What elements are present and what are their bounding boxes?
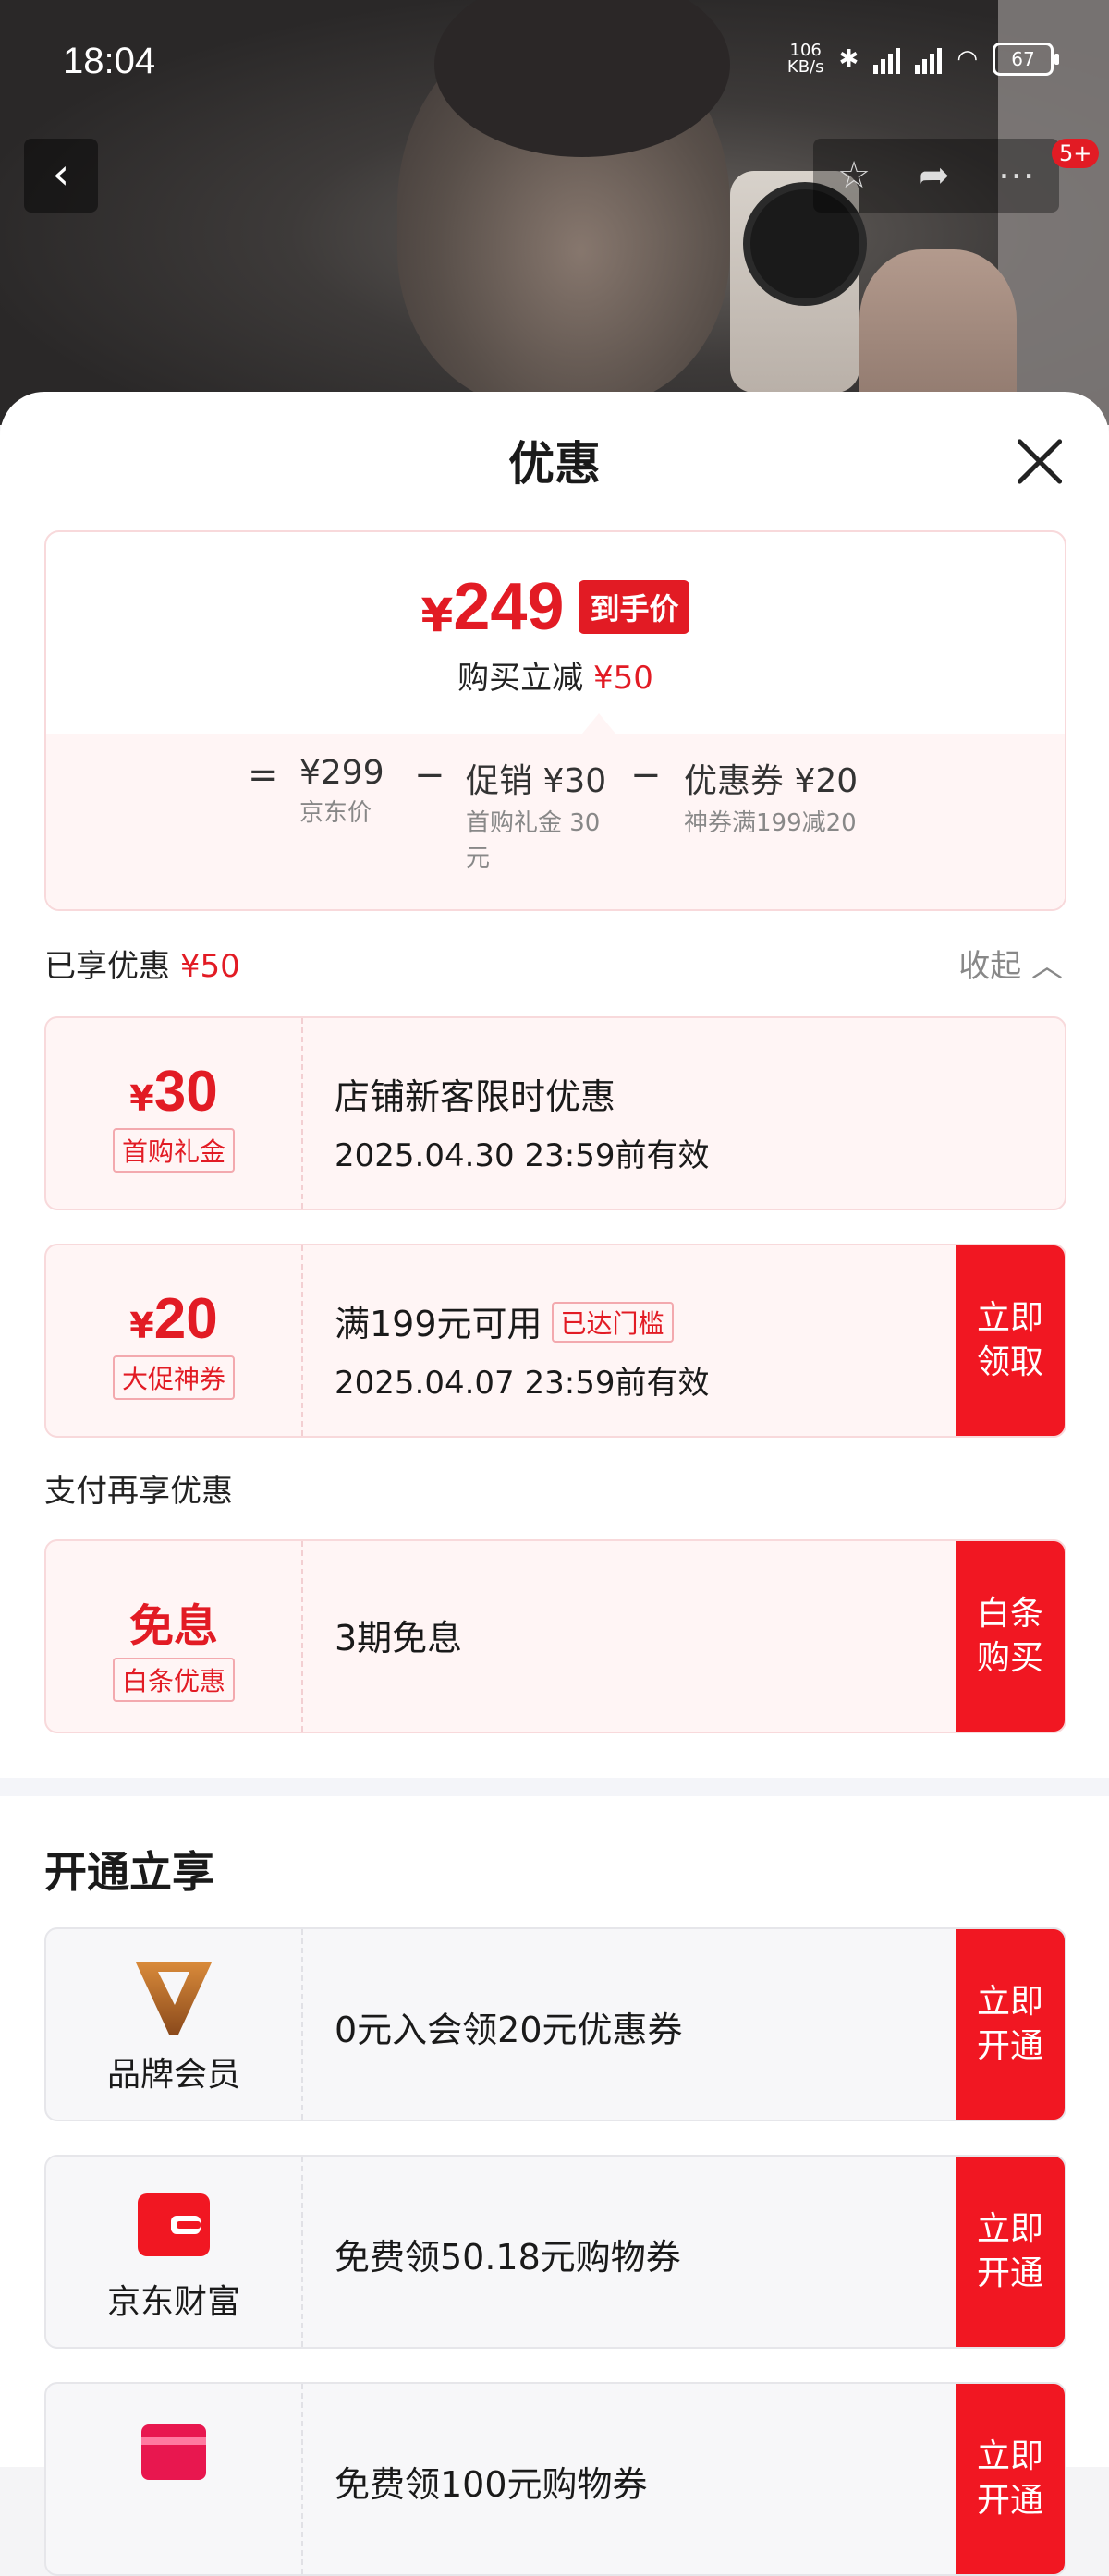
card-offer: 免费领100元购物券 立即 开通	[44, 2382, 1066, 2576]
formula-jd-price: ¥299 京东价	[299, 754, 384, 827]
status-time: 18:04	[63, 41, 156, 81]
coupon-promo: ¥20 大促神券 满199元可用 已达门槛 2025.04.07 23:59前有效…	[44, 1244, 1066, 1438]
coupon-info: 满199元可用 已达门槛 2025.04.07 23:59前有效	[335, 1302, 710, 1402]
star-icon[interactable]: ☆	[837, 154, 871, 197]
baitiao-tag: 白条优惠	[112, 1658, 235, 1702]
open-wealth-button[interactable]: 立即 开通	[956, 2157, 1065, 2347]
card-icon	[141, 2424, 206, 2480]
section-divider	[0, 1778, 1109, 1796]
formula-coupon: 优惠券 ¥20 神券满199减20	[684, 762, 859, 837]
final-price-tag: 到手价	[579, 580, 690, 634]
status-bar: 18:04 106 KB/s ✱ ◠ 67	[0, 0, 1109, 129]
coupon-amount: ¥20 大促神券	[46, 1245, 303, 1436]
message-badge: 5+	[1052, 139, 1100, 168]
chevron-left-icon: ‹	[52, 149, 70, 199]
final-price-value: 249	[453, 570, 565, 644]
member-desc: 免费领100元购物券	[335, 2464, 648, 2505]
more-icon[interactable]: ⋯	[998, 154, 1035, 197]
jd-wealth-icon	[138, 2193, 210, 2256]
baitiao-label: 免息 白条优惠	[46, 1541, 303, 1732]
bluetooth-icon: ✱	[838, 45, 859, 73]
signal-icon	[873, 44, 901, 74]
close-icon[interactable]	[1015, 436, 1065, 486]
open-card-button[interactable]: 立即 开通	[956, 2384, 1065, 2574]
enjoyed-row: 已享优惠 ¥50 收起 ︿	[44, 941, 1063, 986]
open-member-button[interactable]: 立即 开通	[956, 1929, 1065, 2120]
member-name: 京东财富	[106, 2283, 240, 2321]
coupon-new-customer: ¥30 首购礼金 店铺新客限时优惠 2025.04.30 23:59前有效	[44, 1016, 1066, 1210]
status-icons: 106 KB/s ✱ ◠ 67	[786, 41, 1059, 77]
formula-promo: 促销 ¥30 首购礼金 30元	[466, 762, 607, 872]
member-name: 品牌会员	[106, 2056, 240, 2094]
final-price: ¥ 249 到手价	[46, 569, 1065, 645]
back-button[interactable]: ‹	[24, 139, 98, 213]
collapse-button[interactable]: 收起 ︿	[958, 941, 1063, 986]
member-desc: 免费领50.18元购物券	[335, 2237, 681, 2278]
pay-section-title: 支付再享优惠	[44, 1473, 233, 1510]
price-formula: = ¥299 京东价 − 促销 ¥30 首购礼金 30元 − 优惠券 ¥20 神…	[46, 754, 1065, 872]
coupon-amount: ¥30 首购礼金	[46, 1018, 303, 1209]
chevron-up-icon: ︿	[1031, 948, 1063, 985]
net-speed: 106 KB/s	[786, 41, 824, 77]
claim-coupon-button[interactable]: 立即 领取	[956, 1245, 1065, 1436]
open-section-title: 开通立享	[44, 1847, 214, 1897]
battery-icon: 67	[993, 43, 1059, 76]
brand-member-v-icon	[136, 1962, 212, 2035]
brand-member-offer: 品牌会员 0元入会领20元优惠券 立即 开通	[44, 1927, 1066, 2121]
reduce-line: 购买立减 ¥50	[457, 660, 653, 697]
jd-wealth-offer: 京东财富 免费领50.18元购物券 立即 开通	[44, 2155, 1066, 2349]
wifi-icon: ◠	[957, 45, 978, 73]
coupon-tag: 首购礼金	[112, 1128, 235, 1173]
threshold-chip: 已达门槛	[551, 1302, 674, 1343]
baitiao-buy-button[interactable]: 白条 购买	[956, 1541, 1065, 1732]
share-icon[interactable]: ➦	[919, 154, 950, 197]
baitiao-offer: 免息 白条优惠 3期免息 白条 购买	[44, 1539, 1066, 1733]
sheet-title: 优惠	[508, 437, 601, 491]
top-nav: ‹ ☆ ➦ ⋯	[0, 139, 1109, 213]
nav-actions: ☆ ➦ ⋯	[813, 139, 1059, 213]
coupon-tag: 大促神券	[112, 1355, 235, 1400]
baitiao-info: 3期免息	[335, 1618, 463, 1659]
member-desc: 0元入会领20元优惠券	[335, 2010, 683, 2050]
price-summary-card: ¥ 249 到手价 购买立减 ¥50 = ¥299 京东价 − 促销 ¥30 首…	[44, 530, 1066, 911]
coupon-info: 店铺新客限时优惠 2025.04.30 23:59前有效	[335, 1076, 710, 1174]
pointer-triangle	[582, 713, 615, 734]
signal-icon-2	[915, 44, 943, 74]
